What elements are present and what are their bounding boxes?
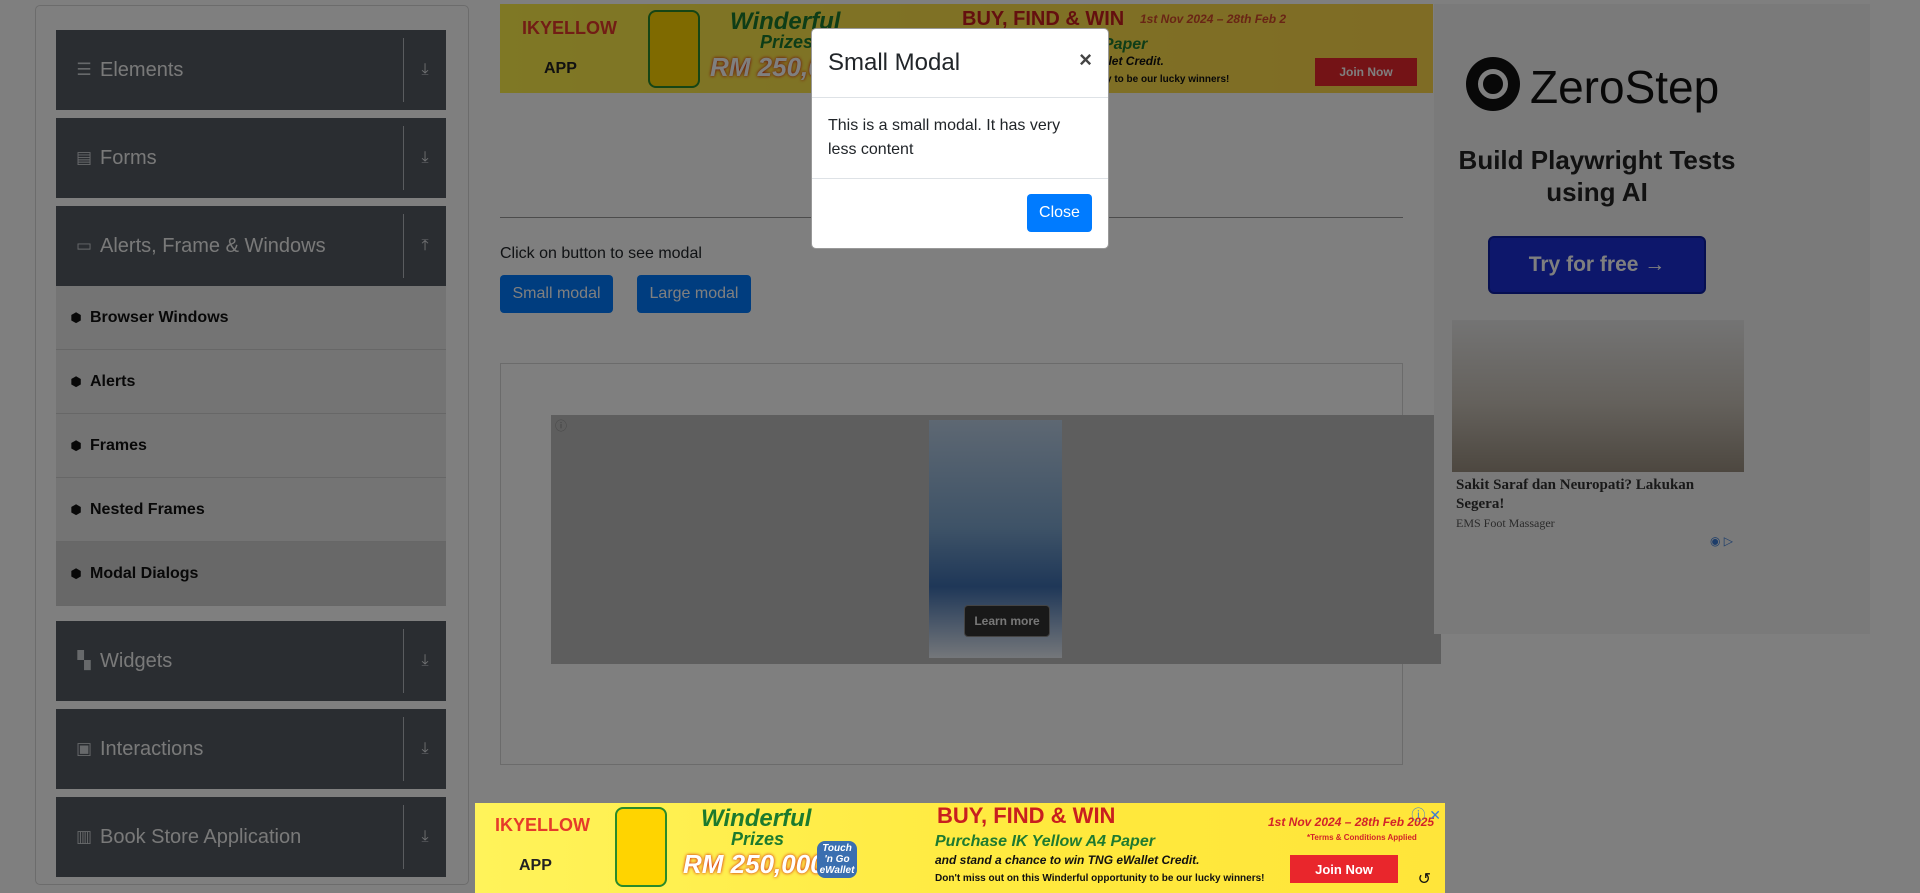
small-modal-dialog: Small Modal × This is a small modal. It … [811, 28, 1109, 249]
ad-dont-miss: Don't miss out on this Winderful opportu… [935, 873, 1265, 884]
mascot-image [615, 807, 667, 887]
ad-prize-line2: Prizes [731, 829, 785, 849]
ad-close-icon[interactable]: ⓘ ✕ [1411, 805, 1441, 825]
ad-amount: RM 250,000 [683, 849, 825, 879]
ad-touch-ngo: Touch 'n Go eWallet [817, 841, 857, 878]
ad-terms: *Terms & Conditions Applied [1307, 833, 1417, 842]
ad-brand: IKYELLOW [495, 815, 590, 835]
modal-footer: Close [812, 179, 1108, 249]
bottom-banner-ad[interactable]: IKYELLOW APP Winderful Prizes RM 250,000… [475, 803, 1445, 893]
close-button[interactable]: Close [1027, 194, 1092, 232]
modal-title: Small Modal [828, 49, 961, 76]
modal-body: This is a small modal. It has very less … [812, 98, 1108, 179]
ad-purchase: Purchase IK Yellow A4 Paper [935, 833, 1155, 850]
ad-join-button[interactable]: Join Now [1290, 855, 1398, 883]
replay-icon[interactable]: ↺ [1418, 869, 1431, 889]
ad-stand: and stand a chance to win TNG eWallet Cr… [935, 853, 1200, 867]
ad-date: 1st Nov 2024 – 28th Feb 2025 [1268, 815, 1435, 829]
ad-app: APP [519, 857, 552, 874]
ad-headline: BUY, FIND & WIN [937, 803, 1116, 828]
modal-header: Small Modal × [812, 29, 1108, 98]
close-icon[interactable]: × [1079, 47, 1092, 73]
